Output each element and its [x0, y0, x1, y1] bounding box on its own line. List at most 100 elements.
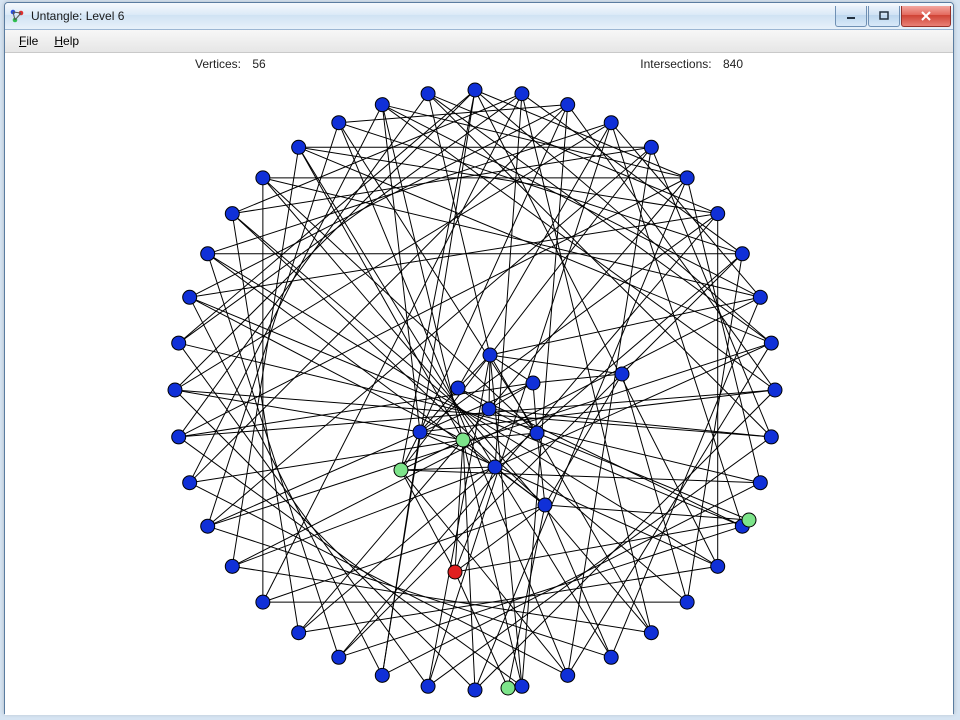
graph-edge — [428, 94, 771, 437]
graph-edge — [475, 90, 687, 178]
app-icon — [9, 8, 25, 24]
graph-vertex[interactable] — [468, 683, 482, 697]
graph-vertex[interactable] — [711, 559, 725, 573]
vertices-value: 56 — [252, 57, 265, 71]
graph-edge — [175, 90, 475, 390]
graph-vertex[interactable] — [172, 430, 186, 444]
graph-vertex[interactable] — [256, 171, 270, 185]
graph-edge — [401, 470, 760, 483]
maximize-button[interactable] — [868, 6, 900, 27]
graph-svg — [5, 75, 953, 715]
graph-edge — [611, 123, 760, 298]
graph-edge — [190, 483, 568, 676]
graph-edge — [299, 147, 463, 440]
graph-vertex[interactable] — [292, 140, 306, 154]
graph-vertex[interactable] — [735, 247, 749, 261]
graph-vertex[interactable] — [742, 513, 756, 527]
graph-edge — [545, 505, 611, 657]
graph-edge — [382, 483, 760, 676]
graph-vertex[interactable] — [332, 116, 346, 130]
graph-vertex[interactable] — [644, 626, 658, 640]
graph-vertex[interactable] — [483, 348, 497, 362]
menu-file[interactable]: File — [11, 32, 46, 50]
graph-vertex[interactable] — [488, 460, 502, 474]
graph-edge — [299, 254, 743, 633]
graph-vertex[interactable] — [448, 565, 462, 579]
graph-vertex[interactable] — [753, 290, 767, 304]
close-button[interactable] — [901, 6, 951, 27]
graph-vertex[interactable] — [201, 519, 215, 533]
titlebar[interactable]: Untangle: Level 6 — [5, 3, 953, 30]
graph-vertex[interactable] — [764, 336, 778, 350]
graph-edge — [175, 390, 475, 690]
graph-vertex[interactable] — [644, 140, 658, 154]
graph-vertex[interactable] — [526, 376, 540, 390]
graph-edge — [428, 94, 490, 355]
intersections-label: Intersections: — [640, 57, 711, 71]
graph-vertex[interactable] — [256, 595, 270, 609]
menu-help[interactable]: Help — [46, 32, 87, 50]
graph-vertex[interactable] — [753, 476, 767, 490]
graph-vertex[interactable] — [375, 98, 389, 112]
graph-vertex[interactable] — [375, 668, 389, 682]
graph-vertex[interactable] — [515, 679, 529, 693]
graph-vertex[interactable] — [292, 626, 306, 640]
graph-vertex[interactable] — [515, 87, 529, 101]
graph-vertex[interactable] — [561, 98, 575, 112]
graph-vertex[interactable] — [201, 247, 215, 261]
graph-vertex[interactable] — [615, 367, 629, 381]
graph-vertex[interactable] — [561, 668, 575, 682]
graph-vertex[interactable] — [501, 681, 515, 695]
graph-vertex[interactable] — [168, 383, 182, 397]
graph-vertex[interactable] — [225, 559, 239, 573]
graph-canvas[interactable] — [5, 75, 953, 715]
graph-vertex[interactable] — [468, 83, 482, 97]
graph-edge — [190, 297, 463, 440]
graph-edge — [190, 440, 463, 483]
graph-vertex[interactable] — [456, 433, 470, 447]
graph-edge — [490, 355, 622, 374]
graph-vertex[interactable] — [482, 402, 496, 416]
vertices-label: Vertices: — [195, 57, 241, 71]
graph-vertex[interactable] — [711, 207, 725, 221]
graph-vertex[interactable] — [394, 463, 408, 477]
graph-vertex[interactable] — [768, 383, 782, 397]
graph-edge — [382, 105, 420, 432]
graph-edge — [687, 254, 742, 602]
graph-edge — [382, 105, 687, 178]
graph-edge — [458, 388, 742, 526]
graph-vertex[interactable] — [183, 476, 197, 490]
graph-vertex[interactable] — [604, 650, 618, 664]
menubar: File Help — [5, 30, 953, 53]
intersections-value: 840 — [723, 57, 743, 71]
graph-edge — [208, 254, 339, 657]
graph-edge — [651, 147, 771, 437]
graph-vertex[interactable] — [421, 87, 435, 101]
graph-vertex[interactable] — [413, 425, 427, 439]
graph-vertex[interactable] — [183, 290, 197, 304]
graph-edge — [490, 297, 760, 355]
graph-edge — [420, 390, 775, 432]
graph-edge — [175, 123, 611, 390]
minimize-button[interactable] — [835, 6, 867, 27]
graph-edge — [339, 526, 742, 657]
graph-vertex[interactable] — [530, 426, 544, 440]
window-title: Untangle: Level 6 — [31, 9, 124, 23]
graph-vertex[interactable] — [680, 171, 694, 185]
app-window: Untangle: Level 6 File Help Vertices: 56… — [4, 2, 954, 714]
graph-edge — [382, 105, 760, 298]
graph-vertex[interactable] — [225, 207, 239, 221]
graph-vertex[interactable] — [604, 116, 618, 130]
graph-vertex[interactable] — [172, 336, 186, 350]
graph-vertex[interactable] — [451, 381, 465, 395]
graph-vertex[interactable] — [764, 430, 778, 444]
graph-vertex[interactable] — [421, 679, 435, 693]
window-buttons — [834, 6, 951, 26]
graph-vertex[interactable] — [680, 595, 694, 609]
graph-edge — [687, 178, 760, 483]
graph-vertex[interactable] — [538, 498, 552, 512]
graph-edge — [175, 390, 420, 432]
graph-vertex[interactable] — [332, 650, 346, 664]
graph-edge — [190, 105, 568, 298]
graph-edge — [455, 520, 749, 572]
